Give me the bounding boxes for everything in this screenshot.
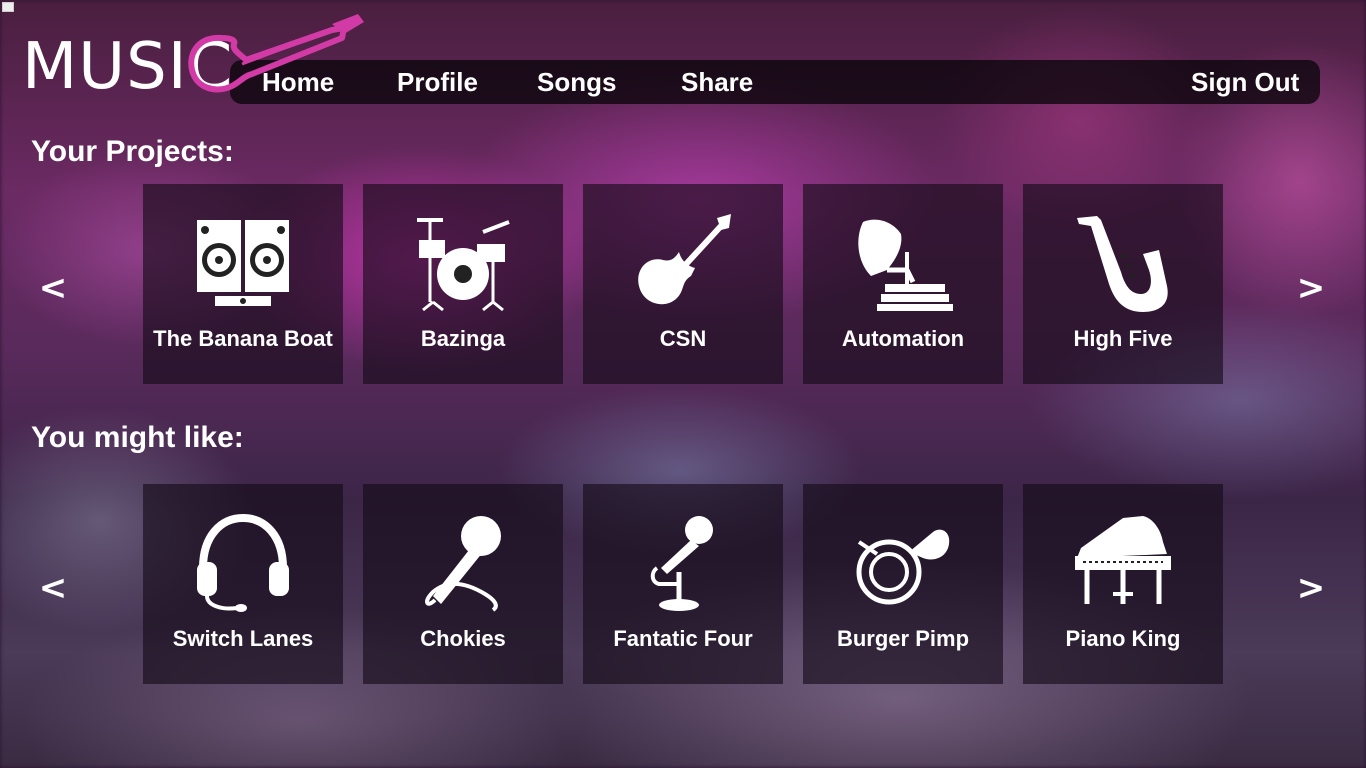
nav-bar (230, 60, 1320, 104)
nav-songs[interactable]: Songs (537, 66, 616, 98)
suggestion-tile[interactable]: Chokies (363, 484, 563, 684)
project-tile[interactable]: The Banana Boat (143, 184, 343, 384)
nav-profile[interactable]: Profile (397, 66, 478, 98)
mic-stand-icon (650, 516, 713, 611)
project-tile[interactable]: Bazinga (363, 184, 563, 384)
project-title: Automation (841, 326, 965, 351)
nav-share[interactable]: Share (681, 66, 753, 98)
suggestion-tile[interactable]: Switch Lanes (143, 484, 343, 684)
suggestion-tile[interactable]: Piano King (1023, 484, 1223, 684)
french-horn-icon (856, 529, 950, 605)
project-title: CSN (659, 326, 707, 351)
suggestions-next-arrow[interactable]: > (1296, 568, 1326, 608)
suggestion-title: Switch Lanes (172, 626, 314, 651)
window-icon (2, 2, 14, 12)
suggestion-tile[interactable]: Fantatic Four (583, 484, 783, 684)
electric-guitar-icon (638, 214, 731, 305)
project-title: The Banana Boat (153, 326, 333, 351)
suggestions-title: You might like: (31, 421, 244, 454)
suggestion-title: Chokies (420, 626, 506, 651)
suggestion-tile[interactable]: Burger Pimp (803, 484, 1003, 684)
gramophone-icon (858, 219, 953, 311)
project-title: High Five (1073, 326, 1173, 351)
project-tile[interactable]: CSN (583, 184, 783, 384)
drum-kit-icon (417, 218, 510, 312)
suggestion-title: Piano King (1065, 626, 1181, 651)
sign-out-link[interactable]: Sign Out (1191, 66, 1299, 98)
suggestion-title: Burger Pimp (836, 626, 970, 651)
projects-prev-arrow[interactable]: < (38, 268, 68, 308)
grand-piano-icon (1075, 516, 1171, 604)
projects-title: Your Projects: (31, 135, 234, 168)
project-tile[interactable]: High Five (1023, 184, 1223, 384)
suggestions-prev-arrow[interactable]: < (38, 568, 68, 608)
speakers-icon (197, 220, 289, 306)
suggestion-title: Fantatic Four (613, 626, 753, 651)
project-tile[interactable]: Automation (803, 184, 1003, 384)
headset-icon (197, 513, 289, 612)
saxophone-icon (1077, 216, 1168, 312)
project-title: Bazinga (420, 326, 506, 351)
guitar-logo-icon (188, 14, 364, 93)
projects-next-arrow[interactable]: > (1296, 268, 1326, 308)
microphone-icon (425, 516, 501, 612)
